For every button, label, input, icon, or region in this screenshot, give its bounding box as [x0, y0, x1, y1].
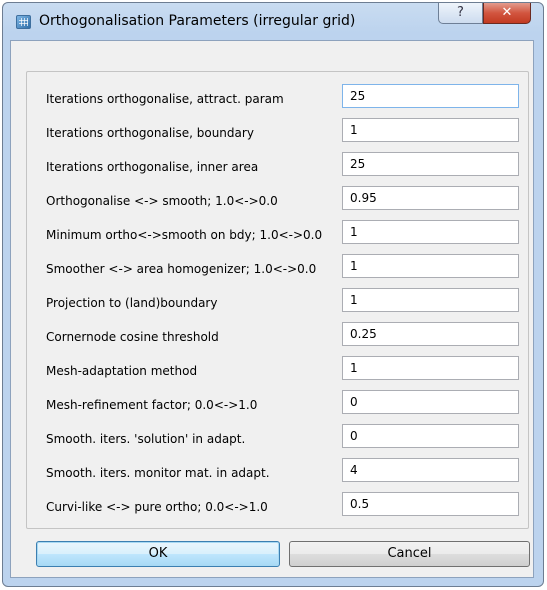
help-button[interactable]: ? — [438, 3, 483, 24]
window-title: Orthogonalisation Parameters (irregular … — [39, 13, 356, 29]
param-input[interactable] — [342, 390, 519, 414]
param-input[interactable] — [342, 220, 519, 244]
ok-button[interactable]: OK — [36, 541, 280, 567]
title-bar[interactable]: Orthogonalisation Parameters (irregular … — [3, 3, 543, 43]
param-input[interactable] — [342, 186, 519, 210]
param-label: Iterations orthogonalise, inner area — [46, 160, 259, 174]
app-grid-icon — [16, 15, 31, 29]
param-label: Smooth. iters. 'solution' in adapt. — [46, 432, 246, 446]
param-input[interactable] — [342, 288, 519, 312]
param-input[interactable] — [342, 118, 519, 142]
param-input[interactable] — [342, 84, 519, 108]
param-label: Mesh-adaptation method — [46, 364, 198, 378]
param-label: Iterations orthogonalise, boundary — [46, 126, 254, 140]
cancel-button[interactable]: Cancel — [289, 541, 530, 567]
param-label: Orthogonalise <-> smooth; 1.0<->0.0 — [46, 194, 278, 208]
param-label: Projection to (land)boundary — [46, 296, 218, 310]
param-input[interactable] — [342, 322, 519, 346]
param-label: Minimum ortho<->smooth on bdy; 1.0<->0.0 — [46, 228, 323, 242]
param-label: Cornernode cosine threshold — [46, 330, 219, 344]
param-input[interactable] — [342, 152, 519, 176]
param-input[interactable] — [342, 356, 519, 380]
close-button[interactable]: ✕ — [483, 3, 531, 24]
param-label: Iterations orthogonalise, attract. param — [46, 92, 284, 106]
param-label: Smooth. iters. monitor mat. in adapt. — [46, 466, 270, 480]
param-input[interactable] — [342, 424, 519, 448]
param-label: Curvi-like <-> pure ortho; 0.0<->1.0 — [46, 500, 268, 514]
param-input[interactable] — [342, 254, 519, 278]
param-input[interactable] — [342, 458, 519, 482]
param-label: Mesh-refinement factor; 0.0<->1.0 — [46, 398, 258, 412]
param-label: Smoother <-> area homogenizer; 1.0<->0.0 — [46, 262, 317, 276]
param-input[interactable] — [342, 492, 519, 516]
